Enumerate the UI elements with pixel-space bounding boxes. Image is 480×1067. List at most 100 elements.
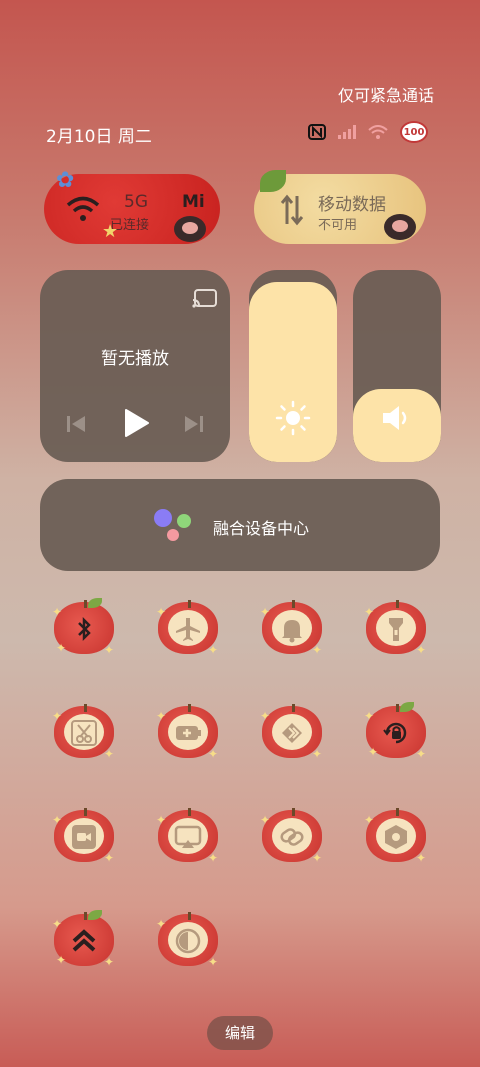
sparkle-icon: ✦: [52, 813, 63, 827]
cast-screen-icon[interactable]: [192, 288, 218, 310]
volume-slider[interactable]: [353, 270, 441, 462]
leaf-decoration-icon: [260, 170, 286, 192]
mobile-data-tile[interactable]: 移动数据 不可用: [254, 170, 426, 244]
airplane-icon: [176, 618, 200, 641]
fusion-logo-icon: [154, 509, 191, 541]
nfc-icon: [308, 124, 326, 140]
apple-stem: [188, 704, 191, 712]
emergency-calls-only-text: 仅可紧急通话: [337, 86, 434, 105]
data-arrows-icon: [280, 194, 304, 226]
wifi-icon: [66, 196, 100, 221]
transfer-icon: [282, 723, 302, 743]
link-icon: [280, 828, 304, 846]
apple-leaf-icon: [400, 702, 414, 712]
wifi-status-icon: [368, 125, 388, 139]
sparkle-icon: ✦: [312, 851, 323, 865]
brightness-slider[interactable]: [249, 270, 337, 462]
pig-decoration-icon: [384, 214, 416, 240]
fusion-label: 融合设备中心: [213, 519, 310, 538]
sparkle-icon: ✦: [52, 605, 63, 619]
toggle-dark-mode[interactable]: ✦ ✦: [156, 910, 220, 970]
sparkle-icon: ✦: [260, 709, 271, 723]
sparkle-icon: ✦: [364, 605, 375, 619]
apple-stem: [292, 704, 295, 712]
sparkle-icon: ✦: [312, 747, 323, 761]
sparkle-icon: ✦: [208, 747, 219, 761]
toggle-flashlight[interactable]: ✦ ✦: [364, 598, 428, 658]
next-track-icon[interactable]: [184, 414, 204, 434]
apple-stem: [84, 912, 87, 920]
apple-stem: [396, 808, 399, 816]
rotate-lock-icon: [383, 722, 407, 744]
sparkle-icon: ✦: [312, 643, 323, 657]
wifi-brand-label: Mi: [182, 192, 205, 212]
sparkle-icon: ✦: [104, 851, 115, 865]
toggle-battery-saver[interactable]: ✦ ✦: [156, 702, 220, 762]
bluetooth-icon: [78, 616, 91, 642]
apple-stem: [396, 704, 399, 712]
apple-leaf-icon: [88, 598, 102, 608]
toggle-performance[interactable]: ✦ ✦ ✦: [52, 910, 116, 970]
apple-stem: [292, 600, 295, 608]
sparkle-icon: ✦: [260, 813, 271, 827]
previous-track-icon[interactable]: [66, 414, 86, 434]
apple-stem: [84, 704, 87, 712]
toggle-settings[interactable]: ✦ ✦: [364, 806, 428, 866]
toggle-sound[interactable]: ✦ ✦: [260, 598, 324, 658]
wifi-tile[interactable]: ✿ 5G 已连接 Mi ★: [44, 168, 220, 244]
apple-stem: [84, 600, 87, 608]
scissors-icon: [71, 720, 97, 746]
signal-icon: [338, 125, 356, 139]
apple-stem: [84, 808, 87, 816]
contrast-icon: [175, 928, 201, 954]
media-player-card[interactable]: 暂无播放: [40, 270, 230, 462]
sparkle-icon: ✦: [104, 643, 115, 657]
sparkle-icon: ✦: [52, 709, 63, 723]
apple-stem: [188, 808, 191, 816]
sparkle-icon: ✦: [156, 813, 167, 827]
toggle-cast[interactable]: ✦ ✦: [156, 806, 220, 866]
toggle-bluetooth[interactable]: ✦ ✦ ✦: [52, 598, 116, 658]
sparkle-icon: ✦: [416, 643, 427, 657]
sparkle-icon: ✦: [364, 813, 375, 827]
toggle-screenshot[interactable]: ✦ ✦: [52, 702, 116, 762]
apple-stem: [396, 600, 399, 608]
sparkle-icon: ✦: [156, 605, 167, 619]
sparkle-icon: ✦: [364, 709, 375, 723]
sparkle-icon: ✦: [56, 641, 67, 655]
speaker-icon: [383, 406, 407, 430]
sparkle-icon: ✦: [156, 917, 167, 931]
chevrons-up-icon: [72, 929, 96, 952]
apple-stem: [292, 808, 295, 816]
edit-button[interactable]: 编辑: [207, 1016, 273, 1050]
sun-icon: [275, 400, 311, 436]
sparkle-icon: ✦: [368, 745, 379, 759]
mobile-data-status: 不可用: [318, 218, 358, 233]
sparkle-icon: ✦: [208, 851, 219, 865]
toggle-transfer[interactable]: ✦ ✦: [260, 702, 324, 762]
toggle-airplane[interactable]: ✦ ✦: [156, 598, 220, 658]
date-text: 2月10日 周二: [46, 127, 152, 147]
sparkle-icon: ✦: [208, 643, 219, 657]
sparkle-icon: ✦: [104, 955, 115, 969]
apple-stem: [188, 912, 191, 920]
status-bar-icons: 100: [308, 121, 428, 143]
wifi-network-label: 5G: [124, 192, 148, 212]
sparkle-icon: ✦: [104, 747, 115, 761]
bow-icon: ✿: [56, 168, 75, 193]
sparkle-icon: ✦: [52, 917, 63, 931]
fusion-device-center[interactable]: 融合设备中心: [40, 479, 440, 571]
mobile-data-title: 移动数据: [318, 195, 386, 215]
toggle-link[interactable]: ✦ ✦: [260, 806, 324, 866]
toggle-auto-rotate[interactable]: ✦ ✦ ✦: [364, 702, 428, 762]
battery-plus-icon: [176, 726, 201, 740]
apple-stem: [188, 600, 191, 608]
pig-decoration-icon: [174, 216, 206, 242]
sparkle-icon: ✦: [56, 953, 67, 967]
apple-leaf-icon: [88, 910, 102, 920]
flashlight-icon: [389, 618, 403, 641]
toggle-screen-record[interactable]: ✦ ✦: [52, 806, 116, 866]
play-icon[interactable]: [124, 408, 150, 438]
sparkle-icon: ✦: [416, 851, 427, 865]
cast-icon: [174, 825, 202, 848]
